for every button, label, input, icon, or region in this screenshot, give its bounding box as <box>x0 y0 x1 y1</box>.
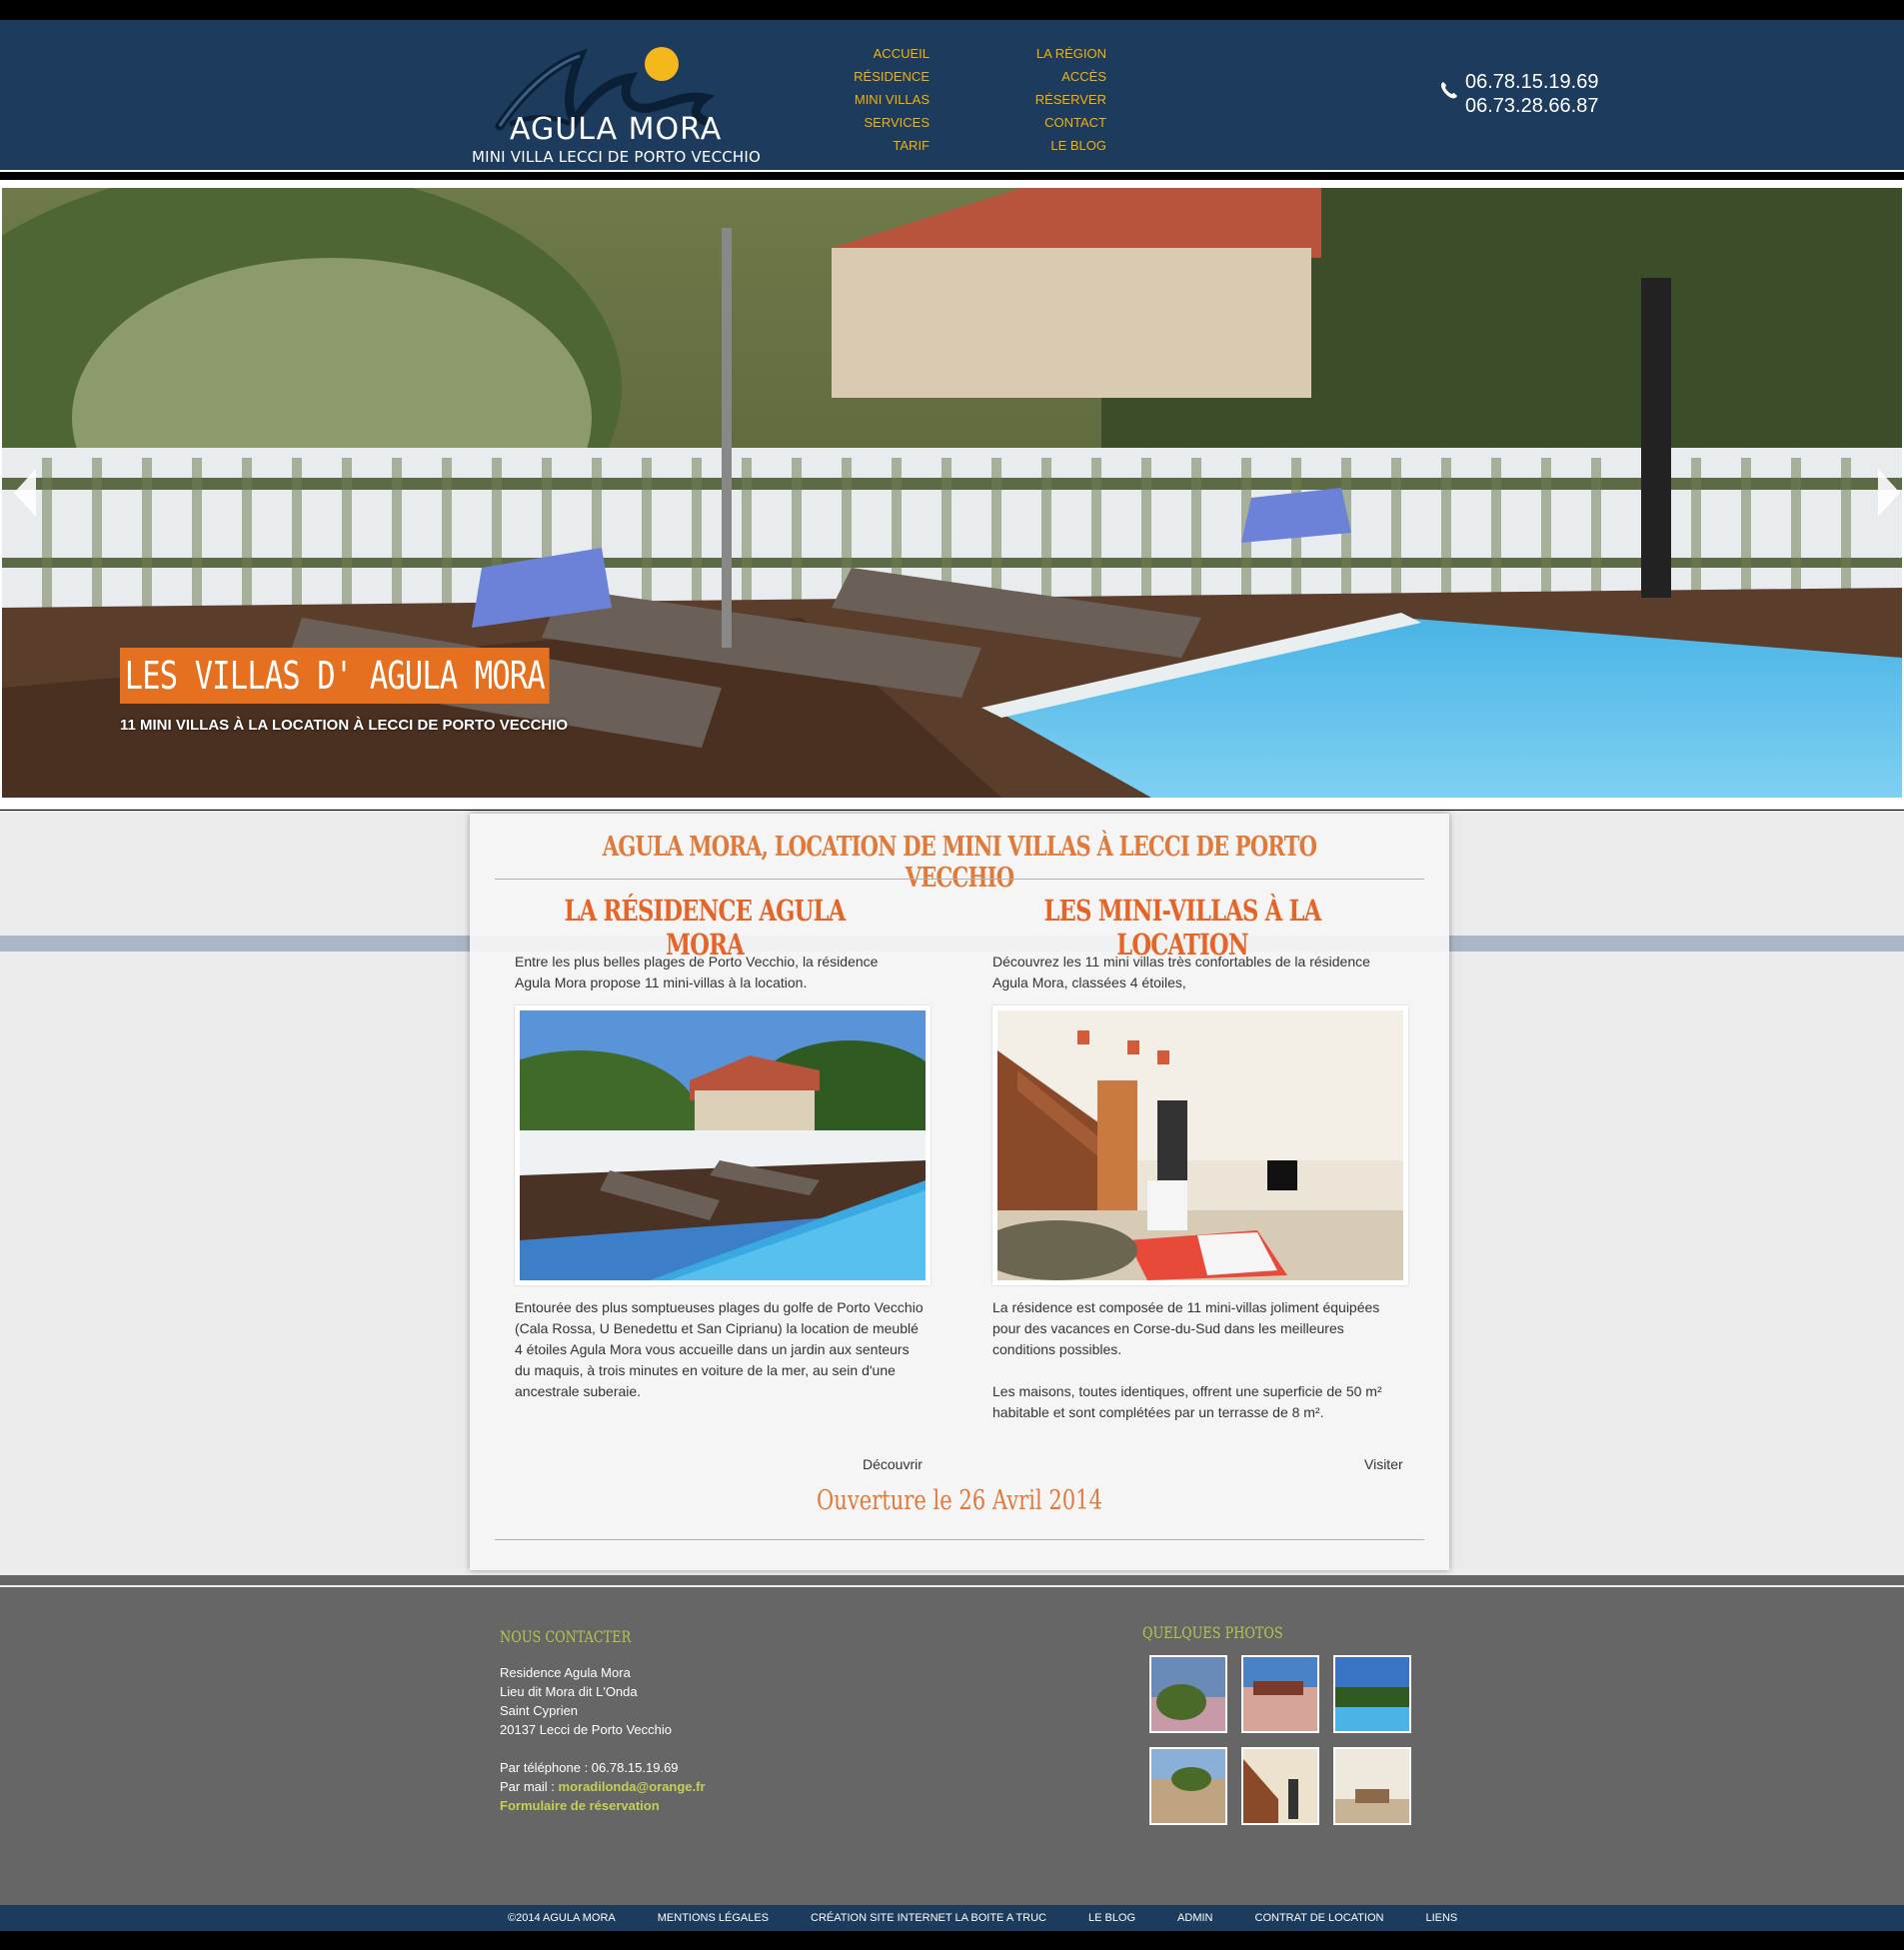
footer-divider <box>0 1585 1904 1587</box>
main-nav-column-1: ACCUEIL RÉSIDENCE MINI VILLAS SERVICES T… <box>810 42 930 157</box>
nav-reserver[interactable]: RÉSERVER <box>989 88 1106 111</box>
nav-residence[interactable]: RÉSIDENCE <box>810 65 930 88</box>
bottom-divider <box>495 1539 1424 1540</box>
address-line: Residence Agula Mora <box>500 1665 631 1680</box>
main-card: AGULA MORA, LOCATION DE MINI VILLAS À LE… <box>460 814 1449 1570</box>
site-header: AGULA MORA MINI VILLA LECCI DE PORTO VEC… <box>0 20 1904 172</box>
mini-villas-description: La résidence est composée de 11 mini-vil… <box>992 1299 1382 1420</box>
mail-link[interactable]: moradilonda@orange.fr <box>559 1779 706 1794</box>
gallery-thumb[interactable] <box>1149 1747 1227 1825</box>
gallery-thumb[interactable] <box>1333 1747 1411 1825</box>
gallery-thumb[interactable] <box>1149 1655 1227 1733</box>
nav-contact[interactable]: CONTACT <box>989 111 1106 134</box>
slider-prev-arrow[interactable] <box>12 465 40 521</box>
mini-villas-intro: Découvrez les 11 mini villas très confor… <box>992 954 1370 990</box>
photos-heading: QUELQUES PHOTOS <box>1142 1623 1283 1642</box>
nav-mini-villas[interactable]: MINI VILLAS <box>810 88 930 111</box>
slider-next-arrow[interactable] <box>1874 465 1902 521</box>
copyright-link[interactable]: ©2014 AGULA MORA <box>508 1905 616 1931</box>
hero-slider: LES VILLAS D' AGULA MORA 11 MINI VILLAS … <box>0 180 1904 810</box>
top-black-bar <box>0 0 1904 20</box>
title-divider <box>495 879 1424 880</box>
address-line: Lieu dit Mora dit L'Onda <box>500 1684 638 1699</box>
mini-villa-photo <box>977 1010 1403 1280</box>
logo-subtitle: MINI VILLA LECCI DE PORTO VECCHIO <box>472 148 762 166</box>
gallery-thumb[interactable] <box>1241 1655 1319 1733</box>
phone-number-1[interactable]: 06.78.15.19.69 <box>1465 70 1598 94</box>
nav-tarif[interactable]: TARIF <box>810 134 930 157</box>
phone-icon <box>1440 82 1457 99</box>
contact-heading: NOUS CONTACTER <box>500 1627 632 1646</box>
mini-villa-image[interactable] <box>977 1005 1408 1285</box>
footer-links-bar: ©2014 AGULA MORA MENTIONS LÉGALES CRÉATI… <box>0 1905 1904 1931</box>
gallery-thumb[interactable] <box>1333 1655 1411 1733</box>
liens-link[interactable]: LIENS <box>1425 1905 1457 1931</box>
header-phones: 06.78.15.19.69 06.73.28.66.87 <box>1439 70 1598 118</box>
footer-blog-link[interactable]: LE BLOG <box>1088 1905 1135 1931</box>
creation-site-link[interactable]: CRÉATION SITE INTERNET LA BOITE A TRUC <box>811 1905 1046 1931</box>
nav-acces[interactable]: ACCÈS <box>989 65 1106 88</box>
residence-intro: Entre les plus belles plages de Porto Ve… <box>515 954 879 990</box>
residence-description: Entourée des plus somptueuses plages du … <box>515 1299 924 1399</box>
logo-title: AGULA MORA <box>510 112 723 147</box>
slide-caption-subtitle: 11 MINI VILLAS À LA LOCATION À LECCI DE … <box>120 717 569 734</box>
page-title: AGULA MORA, LOCATION DE MINI VILLAS À LE… <box>602 832 1317 894</box>
visiter-link[interactable]: Visiter <box>1364 1456 1403 1472</box>
phone-number-2[interactable]: 06.73.28.66.87 <box>1465 94 1598 118</box>
gallery-thumb[interactable] <box>1241 1747 1319 1825</box>
address-line: 20137 Lecci de Porto Vecchio <box>500 1722 673 1737</box>
bottom-black-bar <box>0 1931 1904 1950</box>
main-nav-column-2: LA RÉGION ACCÈS RÉSERVER CONTACT LE BLOG <box>989 42 1106 157</box>
mail-line: Par mail : moradilonda@orange.fr <box>500 1779 706 1794</box>
reservation-form-link[interactable]: Formulaire de réservation <box>500 1796 706 1815</box>
site-footer: NOUS CONTACTER Residence Agula Mora Lieu… <box>0 1575 1904 1905</box>
header-divider <box>0 170 1904 172</box>
contact-details: Residence Agula Mora Lieu dit Mora dit L… <box>500 1663 706 1815</box>
decouvrir-link[interactable]: Découvrir <box>863 1456 923 1472</box>
nav-la-region[interactable]: LA RÉGION <box>989 42 1106 65</box>
phone-line: Par téléphone : 06.78.15.19.69 <box>500 1760 679 1775</box>
mentions-legales-link[interactable]: MENTIONS LÉGALES <box>658 1905 769 1931</box>
contrat-location-link[interactable]: CONTRAT DE LOCATION <box>1255 1905 1384 1931</box>
hero-slide-image <box>2 188 1902 798</box>
address-line: Saint Cyprien <box>500 1703 579 1718</box>
slide-caption-title: LES VILLAS D' AGULA MORA <box>120 648 550 704</box>
nav-le-blog[interactable]: LE BLOG <box>989 134 1106 157</box>
nav-accueil[interactable]: ACCUEIL <box>810 42 930 65</box>
residence-image[interactable] <box>460 1005 950 1285</box>
nav-services[interactable]: SERVICES <box>810 111 930 134</box>
admin-link[interactable]: ADMIN <box>1177 1905 1212 1931</box>
residence-photo <box>460 1010 950 1280</box>
opening-date: Ouverture le 26 Avril 2014 <box>817 1485 1102 1516</box>
